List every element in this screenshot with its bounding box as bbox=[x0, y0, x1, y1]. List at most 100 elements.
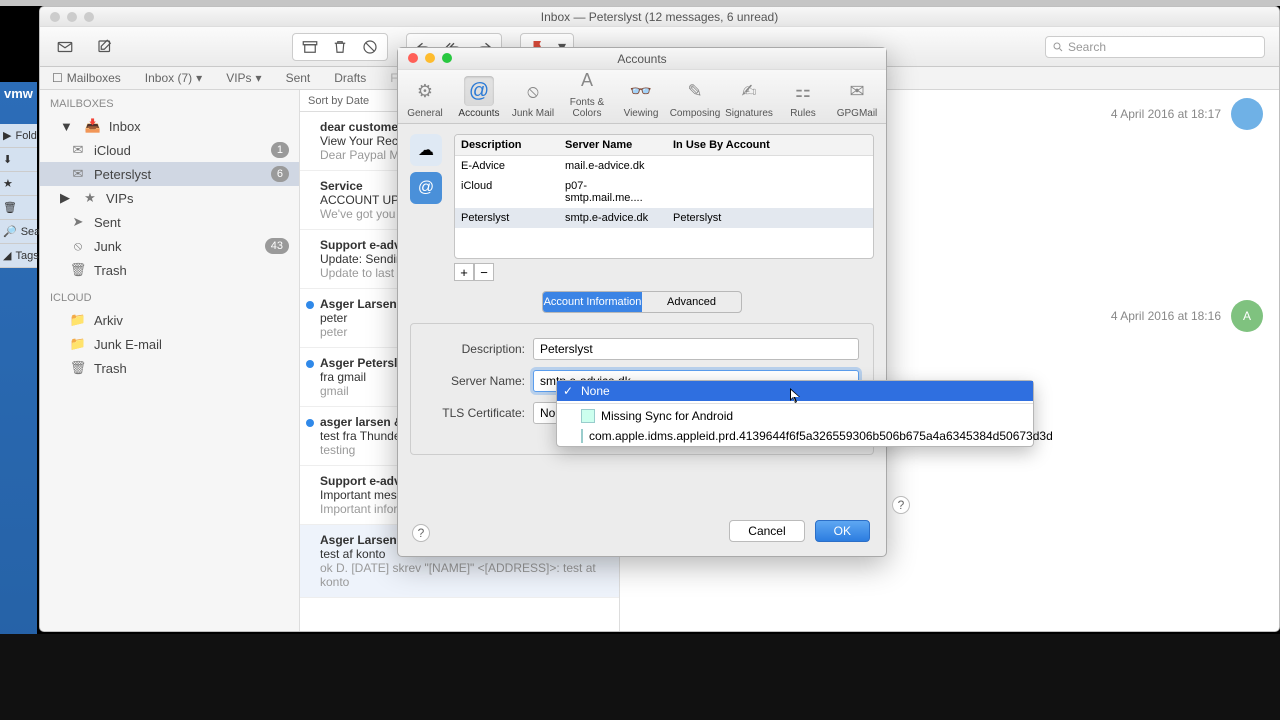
sidebar-sent[interactable]: ➤Sent bbox=[40, 210, 299, 234]
sheet-help-icon[interactable]: ? bbox=[892, 496, 910, 514]
tab-advanced[interactable]: Advanced bbox=[642, 292, 741, 312]
sidebar-trash2[interactable]: 🗑Trash bbox=[40, 356, 299, 380]
tab-account-info[interactable]: Account Information bbox=[543, 292, 642, 312]
star-icon: ★ bbox=[82, 190, 98, 206]
col-description[interactable]: Description bbox=[455, 135, 559, 155]
trash-icon: 🗑 bbox=[70, 262, 86, 278]
inbox-icon: 📥 bbox=[85, 118, 101, 134]
sidebar-trash[interactable]: 🗑Trash bbox=[40, 258, 299, 282]
compose-icon[interactable] bbox=[94, 36, 116, 58]
window-title: Inbox — Peterslyst (12 messages, 6 unrea… bbox=[541, 10, 778, 24]
badge: 6 bbox=[271, 166, 289, 182]
sidebar-icloud-header: iCloud bbox=[40, 288, 299, 308]
cloud-icon[interactable]: ☁︎ bbox=[410, 134, 442, 166]
cancel-button[interactable]: Cancel bbox=[729, 520, 804, 542]
prefs-tab-rules[interactable]: ⚏Rules bbox=[776, 76, 830, 123]
avatar: A bbox=[1231, 300, 1263, 332]
folder-icon: 📁 bbox=[70, 312, 86, 328]
msg-timestamp: 4 April 2016 at 18:16 bbox=[1111, 309, 1221, 323]
vm-fold-icon: ▶ Fold bbox=[0, 124, 37, 148]
cursor-icon bbox=[790, 388, 802, 404]
fav-drafts[interactable]: Drafts bbox=[322, 67, 378, 89]
avatar bbox=[1231, 98, 1263, 130]
junk-icon[interactable] bbox=[359, 36, 381, 58]
sidebar-inbox[interactable]: ▼📥Inbox bbox=[40, 114, 299, 138]
fav-vips[interactable]: VIPs ▾ bbox=[214, 67, 273, 89]
msg-timestamp: 4 April 2016 at 18:17 bbox=[1111, 107, 1221, 121]
server-row[interactable]: iCloudp07-smtp.mail.me.... bbox=[455, 176, 873, 208]
lbl-description: Description: bbox=[425, 342, 525, 356]
sidebar-junk[interactable]: ⦸Junk43 bbox=[40, 234, 299, 258]
archive-icon[interactable] bbox=[299, 36, 321, 58]
vm-dl-icon: ⬇ bbox=[0, 148, 37, 172]
prefs-toolbar: ⚙︎General@Accounts⦸Junk MailAFonts & Col… bbox=[398, 70, 886, 124]
prefs-tab-fonts-colors[interactable]: AFonts & Colors bbox=[560, 65, 614, 123]
account-type-sidebar: ☁︎ @ bbox=[410, 134, 446, 281]
mailbox-sidebar: Mailboxes ▼📥Inbox ✉︎iCloud1 ✉︎Peterslyst… bbox=[40, 90, 300, 631]
accounts-prefs-window: Accounts ⚙︎General@Accounts⦸Junk MailAFo… bbox=[397, 47, 887, 557]
vm-trash-icon: 🗑 bbox=[0, 196, 37, 220]
help-icon[interactable]: ? bbox=[412, 524, 430, 542]
signatures-icon: ✍︎ bbox=[734, 76, 764, 106]
prefs-tab-accounts[interactable]: @Accounts bbox=[452, 76, 506, 123]
prefs-tab-general[interactable]: ⚙︎General bbox=[398, 76, 452, 123]
cert-icon bbox=[581, 409, 595, 423]
window-traffic-lights[interactable] bbox=[50, 12, 94, 22]
accounts-icon: @ bbox=[464, 76, 494, 106]
at-icon[interactable]: @ bbox=[410, 172, 442, 204]
prefs-tab-composing[interactable]: ✎Composing bbox=[668, 76, 722, 123]
gpgmail-icon: ✉︎ bbox=[842, 76, 872, 106]
tls-option-appleid[interactable]: com.apple.idms.appleid.prd.4139644f6f5a3… bbox=[557, 426, 1033, 446]
account-subtabs[interactable]: Account Information Advanced bbox=[542, 291, 742, 313]
trash-icon: 🗑 bbox=[70, 360, 86, 376]
lbl-tls: TLS Certificate: bbox=[425, 406, 525, 420]
delete-icon[interactable] bbox=[329, 36, 351, 58]
fav-inbox[interactable]: Inbox (7) ▾ bbox=[133, 67, 214, 89]
ok-button[interactable]: OK bbox=[815, 520, 870, 542]
sidebar-junkemail[interactable]: 📁Junk E-mail bbox=[40, 332, 299, 356]
prefs-tab-junk-mail[interactable]: ⦸Junk Mail bbox=[506, 76, 560, 123]
envelope-icon: ✉︎ bbox=[70, 142, 86, 158]
vmware-dock: ▶ Fold ⬇ ★ 🗑 🔎 Sea ◢ Tags bbox=[0, 124, 37, 268]
sidebar-arkiv[interactable]: 📁Arkiv bbox=[40, 308, 299, 332]
envelope-icon: ✉︎ bbox=[70, 166, 86, 182]
video-player-bar[interactable] bbox=[0, 634, 1280, 720]
server-row[interactable]: Peterslystsmtp.e-advice.dkPeterslyst bbox=[455, 208, 873, 228]
unread-dot-icon bbox=[306, 360, 314, 368]
prefs-tab-signatures[interactable]: ✍︎Signatures bbox=[722, 76, 776, 123]
window-traffic-lights[interactable] bbox=[408, 53, 452, 63]
sidebar-vips[interactable]: ▶★VIPs bbox=[40, 186, 299, 210]
paperplane-icon: ➤ bbox=[70, 214, 86, 230]
vm-tags-icon: ◢ Tags bbox=[0, 244, 37, 268]
unread-dot-icon bbox=[306, 301, 314, 309]
sidebar-peterslyst[interactable]: ✉︎Peterslyst6 bbox=[40, 162, 299, 186]
smtp-server-table[interactable]: Description Server Name In Use By Accoun… bbox=[454, 134, 874, 259]
vm-star-icon: ★ bbox=[0, 172, 37, 196]
fav-mailboxes[interactable]: ☐ Mailboxes bbox=[40, 67, 133, 89]
unread-dot-icon bbox=[306, 419, 314, 427]
vm-search-icon: 🔎 Sea bbox=[0, 220, 37, 244]
lbl-servername: Server Name: bbox=[425, 374, 525, 388]
remove-server-button[interactable]: − bbox=[474, 263, 494, 281]
sidebar-icloud[interactable]: ✉︎iCloud1 bbox=[40, 138, 299, 162]
server-row[interactable]: E-Advicemail.e-advice.dk bbox=[455, 156, 873, 176]
add-server-button[interactable]: + bbox=[454, 263, 474, 281]
junk-icon: ⦸ bbox=[70, 238, 86, 254]
prefs-tab-gpgmail[interactable]: ✉︎GPGMail bbox=[830, 76, 884, 123]
badge: 1 bbox=[271, 142, 289, 158]
get-mail-icon[interactable] bbox=[54, 36, 76, 58]
prefs-tab-viewing[interactable]: 👓Viewing bbox=[614, 76, 668, 123]
search-input[interactable]: Search bbox=[1045, 36, 1265, 58]
rules-icon: ⚏ bbox=[788, 76, 818, 106]
fav-sent[interactable]: Sent bbox=[274, 67, 323, 89]
tls-option-missing-sync[interactable]: Missing Sync for Android bbox=[557, 406, 1033, 426]
sidebar-header: Mailboxes bbox=[40, 94, 299, 114]
junk-mail-icon: ⦸ bbox=[518, 76, 548, 106]
folder-icon: 📁 bbox=[70, 336, 86, 352]
description-field[interactable] bbox=[533, 338, 859, 360]
cert-icon bbox=[581, 429, 583, 443]
col-servername[interactable]: Server Name bbox=[559, 135, 667, 155]
badge: 43 bbox=[265, 238, 289, 254]
col-inuse[interactable]: In Use By Account bbox=[667, 135, 827, 155]
viewing-icon: 👓 bbox=[626, 76, 656, 106]
